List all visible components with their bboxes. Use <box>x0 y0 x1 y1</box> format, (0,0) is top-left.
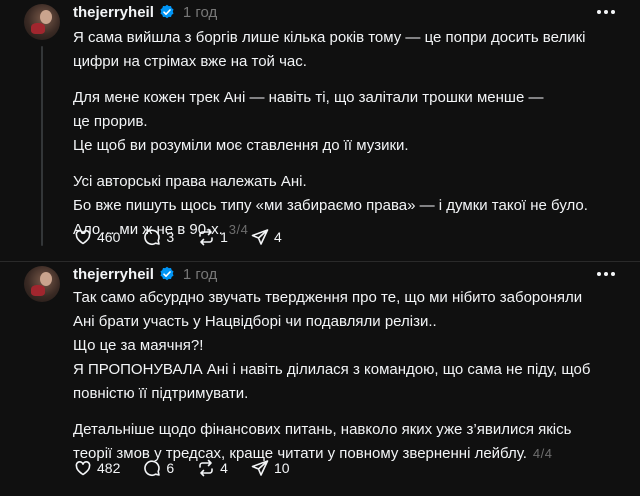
send-icon <box>251 229 269 245</box>
text-line: Так само абсурдно звучать твердження про… <box>73 289 583 306</box>
text-line: це прорив. <box>73 113 148 130</box>
post-text: Так само абсурдно звучать твердження про… <box>73 286 618 466</box>
send-icon <box>251 460 269 476</box>
repost-icon <box>199 228 213 246</box>
repost-icon <box>199 459 213 477</box>
action-bar: 460 3 1 4 <box>73 225 304 249</box>
heart-icon <box>75 230 91 245</box>
text-line: Усі авторські права належать Ані. <box>73 173 307 190</box>
text-line: повністю її підтримувати. <box>73 385 249 402</box>
thread-counter: 4/4 <box>532 446 553 461</box>
post-time: 1 год <box>182 265 218 283</box>
more-options-icon[interactable] <box>596 264 616 284</box>
username[interactable]: thejerryheil <box>73 4 154 21</box>
share-count: 4 <box>273 229 282 245</box>
like-count: 482 <box>97 460 121 476</box>
heart-icon <box>75 461 91 476</box>
action-bar: 482 6 4 10 <box>73 456 312 480</box>
text-line: Я сама вийшла з боргів лише кілька років… <box>73 29 586 46</box>
text-line: Для мене кожен трек Ані — навіть ті, що … <box>73 89 544 106</box>
text-line: Ані брати участь у Нацвідборі чи подавля… <box>73 313 437 330</box>
repost-count: 1 <box>220 229 228 245</box>
share-button[interactable]: 4 <box>250 227 282 247</box>
repost-button[interactable]: 4 <box>196 458 228 478</box>
paragraph: Так само абсурдно звучать твердження про… <box>73 286 618 406</box>
verified-badge-icon <box>160 266 174 281</box>
like-button[interactable]: 460 <box>73 227 120 247</box>
reply-button[interactable]: 6 <box>142 458 174 478</box>
post-time: 1 год <box>182 3 218 21</box>
thread-connector <box>41 46 43 246</box>
text-line: Я ПРОПОНУВАЛА Ані і навіть ділилася з ко… <box>73 361 591 378</box>
share-button[interactable]: 10 <box>250 458 290 478</box>
text-line: Детальніше щодо фінансових питань, навко… <box>73 421 572 438</box>
text-line: цифри на стрімах вже на той час. <box>73 53 307 70</box>
reply-count: 3 <box>166 229 175 245</box>
share-count: 10 <box>273 460 290 476</box>
paragraph: Для мене кожен трек Ані — навіть ті, що … <box>73 86 618 158</box>
avatar[interactable] <box>24 4 60 40</box>
verified-badge-icon <box>160 4 174 19</box>
text-line: Це щоб ви розуміли моє ставлення до її м… <box>73 137 409 154</box>
comment-icon <box>144 460 161 477</box>
post-header: thejerryheil 1 год <box>73 2 217 22</box>
username[interactable]: thejerryheil <box>73 266 154 283</box>
post-text: Я сама вийшла з боргів лише кілька років… <box>73 26 618 242</box>
like-count: 460 <box>97 229 121 245</box>
like-button[interactable]: 482 <box>73 458 120 478</box>
paragraph: Я сама вийшла з боргів лише кілька років… <box>73 26 618 74</box>
comment-icon <box>144 229 161 246</box>
repost-count: 4 <box>220 460 228 476</box>
thread-post: thejerryheil 1 год Я сама вийшла з боргі… <box>0 0 640 262</box>
reply-count: 6 <box>166 460 175 476</box>
post-header: thejerryheil 1 год <box>73 264 217 284</box>
avatar[interactable] <box>24 266 60 302</box>
repost-button[interactable]: 1 <box>196 227 228 247</box>
reply-button[interactable]: 3 <box>142 227 174 247</box>
text-line: Що це за маячня?! <box>73 337 204 354</box>
thread-post: thejerryheil 1 год Так само абсурдно зву… <box>0 262 640 496</box>
more-options-icon[interactable] <box>596 2 616 22</box>
text-line: Бо вже пишуть щось типу «ми забираємо пр… <box>73 197 588 214</box>
